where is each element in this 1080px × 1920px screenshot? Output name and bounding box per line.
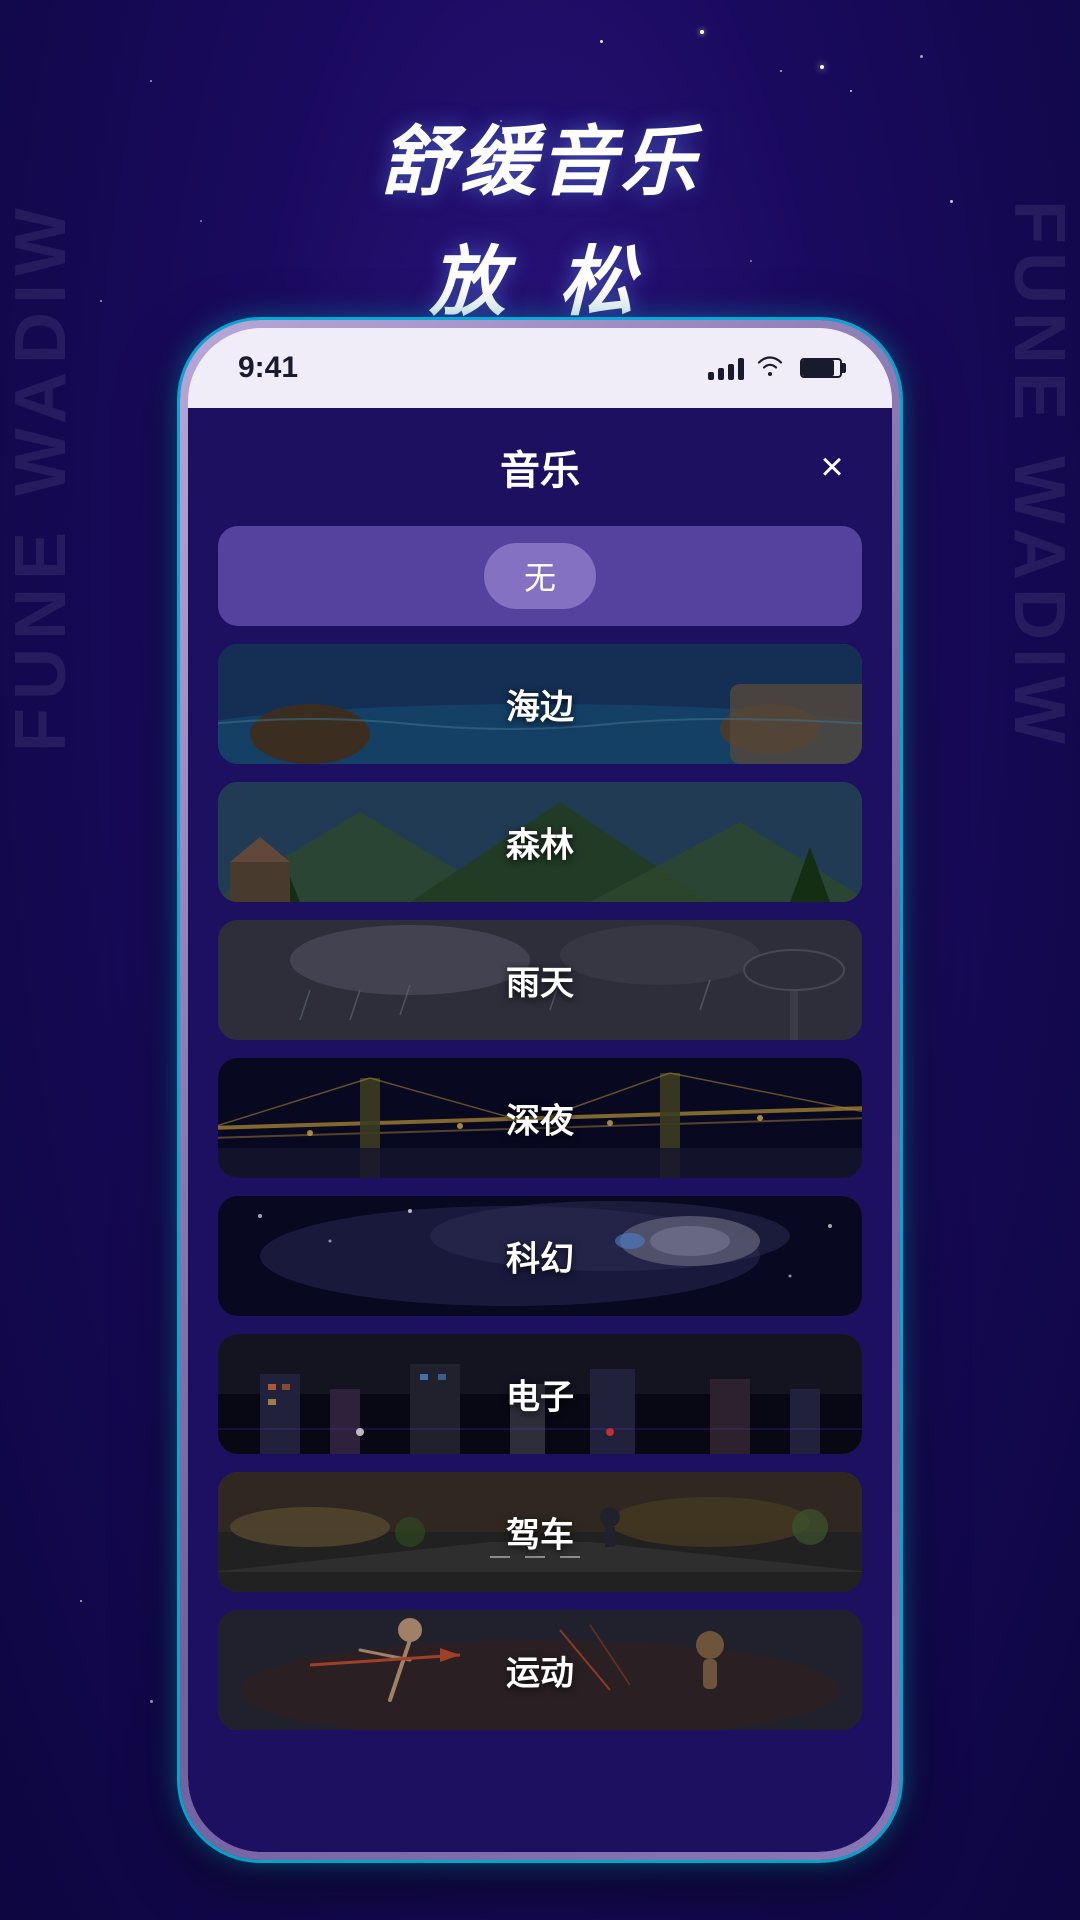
music-item-rainy-label: 雨天 — [506, 956, 574, 1005]
music-item-seaside-label: 海边 — [506, 680, 574, 729]
wifi-icon — [756, 354, 784, 382]
status-bar: 9:41 — [188, 328, 892, 408]
app-content: 音乐 × 无 — [188, 408, 892, 1852]
music-item-driving-label: 驾车 — [506, 1508, 574, 1557]
phone-outer: 9:41 — [180, 320, 900, 1860]
close-button[interactable]: × — [802, 437, 862, 497]
music-item-driving[interactable]: 驾车 — [218, 1472, 862, 1592]
music-item-none-label: 无 — [524, 560, 556, 596]
music-item-rainy[interactable]: 雨天 — [218, 920, 862, 1040]
signal-icon — [708, 356, 744, 380]
status-icons — [708, 354, 842, 382]
title-line1: 舒缓音乐 — [0, 100, 1080, 210]
music-item-forest-label: 森林 — [506, 818, 574, 867]
music-item-sports-label: 运动 — [506, 1646, 574, 1695]
music-item-scifi[interactable]: 科幻 — [218, 1196, 862, 1316]
phone-inner: 9:41 — [188, 328, 892, 1852]
battery-icon — [800, 358, 842, 378]
music-item-seaside[interactable]: 海边 — [218, 644, 862, 764]
title-line2: 放 松 — [0, 220, 1080, 330]
music-item-electronic-label: 电子 — [506, 1370, 574, 1419]
status-time: 9:41 — [238, 351, 298, 385]
app-header: 音乐 × — [218, 408, 862, 526]
notch — [440, 328, 640, 364]
music-item-sports[interactable]: 运动 — [218, 1610, 862, 1730]
phone-mockup: 9:41 — [180, 320, 900, 1860]
music-item-electronic[interactable]: 电子 — [218, 1334, 862, 1454]
music-item-forest[interactable]: 森林 — [218, 782, 862, 902]
music-item-midnight-label: 深夜 — [506, 1094, 574, 1143]
music-item-none-inner: 无 — [484, 543, 596, 609]
music-item-midnight[interactable]: 深夜 — [218, 1058, 862, 1178]
music-item-scifi-label: 科幻 — [506, 1232, 574, 1281]
music-item-none[interactable]: 无 — [218, 526, 862, 626]
app-title: 音乐 — [500, 438, 580, 496]
main-title: 舒缓音乐 放 松 — [0, 100, 1080, 330]
music-list: 无 — [218, 526, 862, 1730]
